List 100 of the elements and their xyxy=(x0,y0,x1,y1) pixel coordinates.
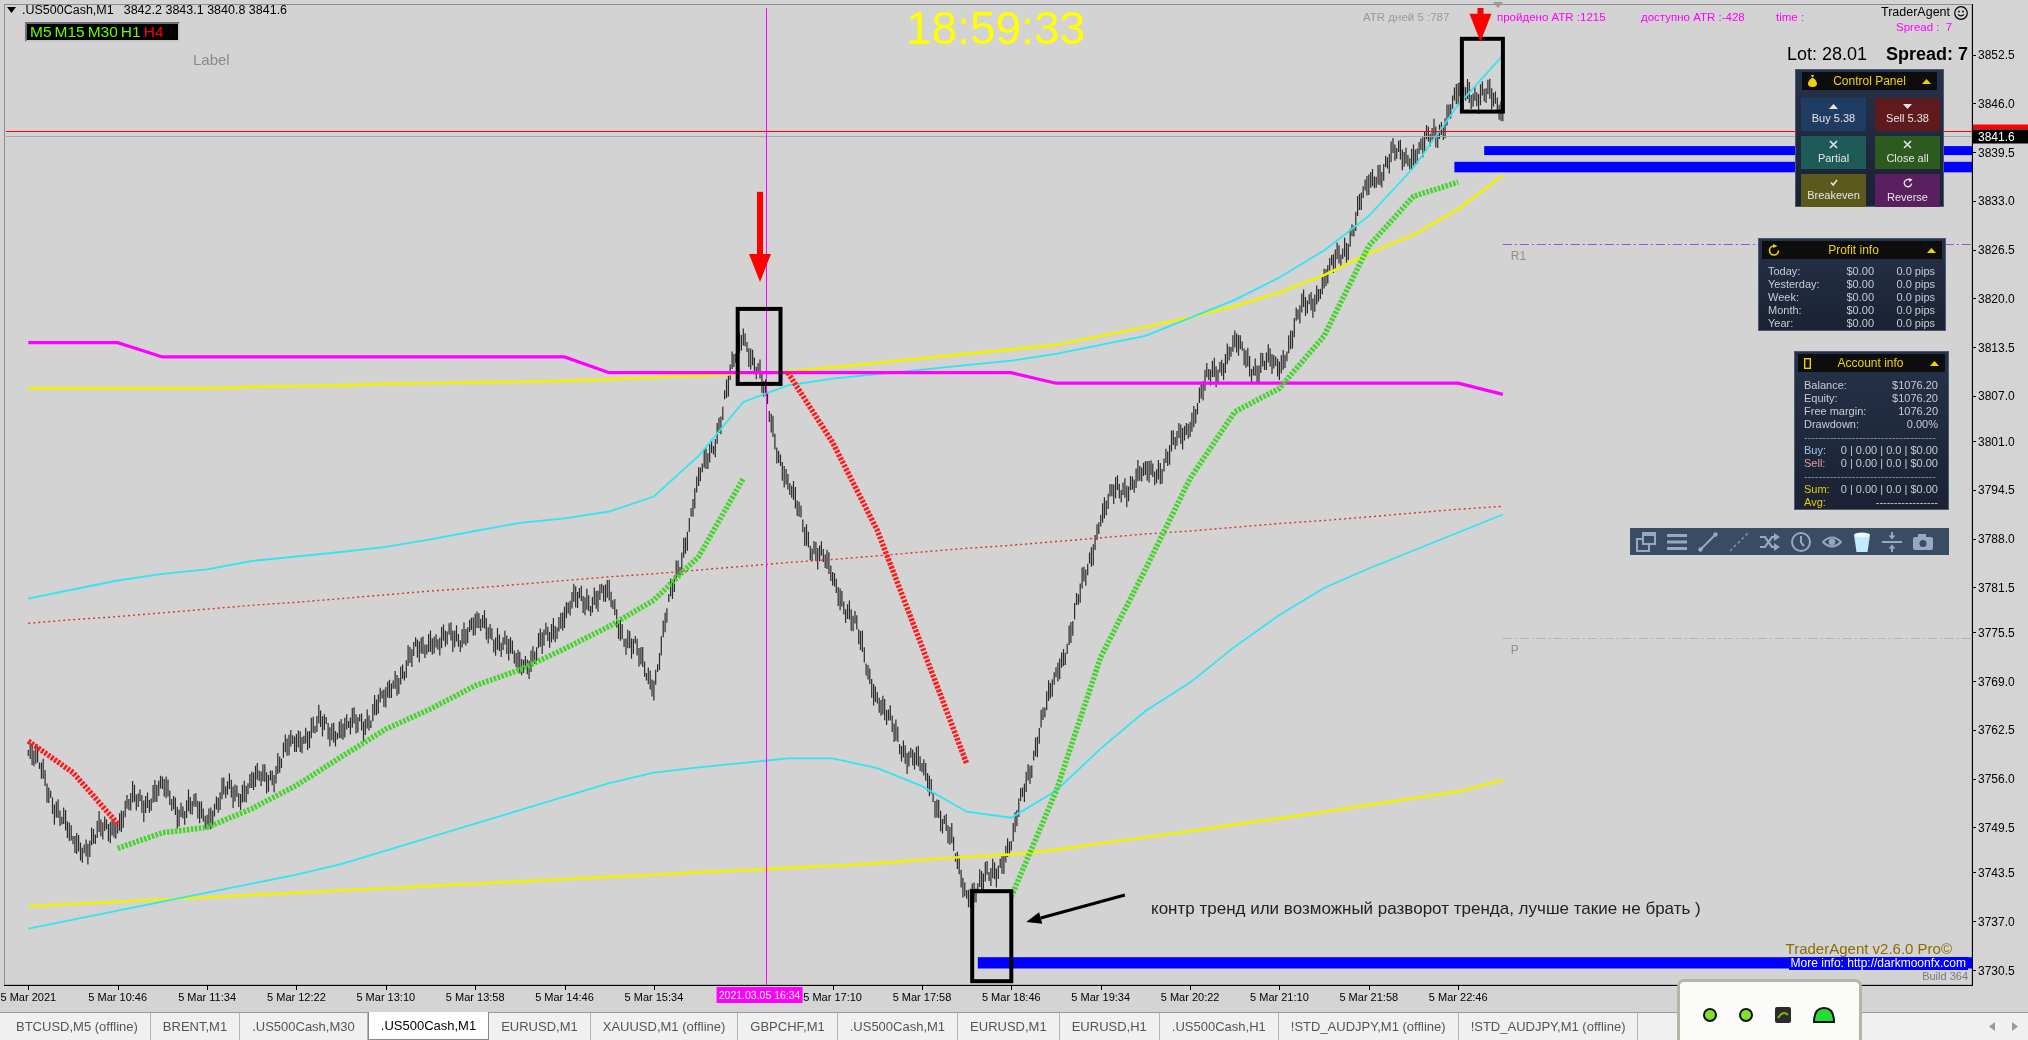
chart-tab[interactable]: BTCUSD,M5 (offline) xyxy=(4,1013,151,1040)
indicator-text: доступно ATR :-428 xyxy=(1641,11,1745,25)
pips-value: 0.0 pips xyxy=(1895,291,1935,304)
timeframe-label[interactable]: M5 xyxy=(30,24,52,40)
field-label: Free margin: xyxy=(1804,405,1867,418)
timeframe-label[interactable]: H1 xyxy=(120,24,141,40)
chip-icon xyxy=(1775,1007,1791,1023)
spread-text: Spread: 7 xyxy=(1885,44,1968,65)
chart-tab[interactable]: BRENT,M1 xyxy=(150,1013,241,1040)
period-label: Year: xyxy=(1768,317,1795,330)
price-axis-label: 3730.5 xyxy=(1978,963,2015,978)
dashed-line-icon[interactable] xyxy=(1729,531,1749,552)
scroll-right-icon[interactable] xyxy=(2012,1022,2018,1031)
triangle-down-icon[interactable] xyxy=(7,7,16,14)
timeframe-label[interactable]: M15 xyxy=(54,24,85,40)
level-label: R1 xyxy=(1510,248,1527,263)
time-axis-label: 5 Mar 13:58 xyxy=(445,991,505,1003)
clock-text: 18:59:33 xyxy=(906,5,1086,51)
pips-value: 0.0 pips xyxy=(1895,317,1935,330)
field-label: Sell: xyxy=(1804,457,1826,470)
caret-up-icon[interactable] xyxy=(1927,247,1936,253)
dashed-separator: ------------------------------------ xyxy=(1803,431,1937,444)
diagonal-line-icon[interactable] xyxy=(1698,531,1718,552)
field-value: 0 | 0.00 | 0.0 | $0.00 xyxy=(1840,444,1938,457)
chart-tab[interactable]: !STD_AUDJPY,M1 (offline) xyxy=(1278,1013,1459,1040)
panel-title: Control Panel xyxy=(1832,73,1907,90)
price-axis-label: 3852.5 xyxy=(1978,48,2015,62)
price-axis-label: 3788.0 xyxy=(1978,532,2015,546)
chart-tab[interactable]: .US500Cash,M1 xyxy=(367,1012,490,1040)
dashed-separator: ------------------------------------ xyxy=(1803,470,1937,483)
eye-icon[interactable] xyxy=(1822,534,1842,549)
price-axis-label: 3749.5 xyxy=(1978,820,2015,835)
reverse-button[interactable]: Reverse xyxy=(1875,174,1940,207)
brand-text: TraderAgent xyxy=(1881,5,1951,20)
price-axis-label: 3743.5 xyxy=(1978,865,2015,880)
breakeven-button[interactable]: Breakeven xyxy=(1801,174,1866,207)
price-axis-label: 3807.0 xyxy=(1978,389,2015,404)
caret-up-icon[interactable] xyxy=(1922,78,1931,84)
price-axis-label: 3756.0 xyxy=(1978,772,2015,787)
field-label: Buy: xyxy=(1804,444,1826,457)
time-axis-label: 5 Mar 10:46 xyxy=(88,991,148,1003)
partial-close-button[interactable]: Partial xyxy=(1801,136,1866,169)
time-axis-label: 5 Mar 14:46 xyxy=(535,991,594,1003)
camera-icon[interactable] xyxy=(1913,533,1933,550)
field-value: 0 | 0.00 | 0.0 | $0.00 xyxy=(1840,483,1938,496)
list-icon[interactable] xyxy=(1667,533,1687,550)
status-dot-icon xyxy=(1739,1008,1753,1022)
smiley-icon xyxy=(1954,6,1968,20)
field-label: Equity: xyxy=(1804,392,1838,405)
sell-button[interactable]: Sell 5.38 xyxy=(1875,98,1940,131)
chart-tab[interactable]: EURUSD,H1 xyxy=(1059,1013,1160,1040)
caret-up-icon[interactable] xyxy=(1930,360,1939,366)
period-label: Yesterday: xyxy=(1768,278,1821,291)
price-axis-label: 3801.0 xyxy=(1978,434,2015,449)
timeframe-label[interactable]: H4 xyxy=(143,24,164,40)
amount-value: $0.00 xyxy=(1845,278,1874,291)
cross-icon xyxy=(1829,140,1838,150)
close-all-button[interactable]: Close all xyxy=(1875,136,1940,169)
timeframe-label[interactable]: M30 xyxy=(87,24,118,40)
time-axis-label: 5 Mar 20:22 xyxy=(1160,991,1220,1003)
converging-arrows-icon[interactable] xyxy=(1882,531,1902,552)
scroll-left-icon[interactable] xyxy=(1989,1022,1995,1031)
dome-icon xyxy=(1813,1007,1835,1023)
chart-tab[interactable]: .US500Cash,M30 xyxy=(240,1013,368,1040)
chart-tab[interactable]: EURUSD,M1 xyxy=(958,1013,1060,1040)
clock-icon[interactable] xyxy=(1791,531,1811,552)
shuffle-icon[interactable] xyxy=(1760,531,1780,552)
chart-tab[interactable]: .US500Cash,M1 xyxy=(837,1013,959,1040)
field-value: $1076.20 xyxy=(1892,379,1938,392)
annotation-text: контр тренд или возможный разворот тренда, лучше такие не брать ) xyxy=(1151,898,1701,918)
overlapping-windows-icon[interactable] xyxy=(1636,531,1656,552)
time-axis-label: 5 Mar 21:10 xyxy=(1250,991,1309,1003)
chart-tab[interactable]: !STD_AUDJPY,M1 (offline) xyxy=(1458,1013,1639,1040)
chart-title: .US500Cash,M1 xyxy=(22,3,114,18)
indicator-text: time : xyxy=(1776,11,1805,25)
caret-down-icon xyxy=(1903,104,1912,110)
shift-marker-icon[interactable] xyxy=(1493,2,1503,8)
panel-title: Profit info xyxy=(1827,242,1880,259)
time-axis-label: 5 Mar 2021 xyxy=(0,991,57,1003)
pips-value: 0.0 pips xyxy=(1895,304,1935,317)
info-text: More info: http://darkmoonfx.com xyxy=(1788,957,1968,970)
chart-tab[interactable]: .US500Cash,H1 xyxy=(1159,1013,1279,1040)
crosshair-time-label: 2021.03.05 16:34 xyxy=(716,987,803,1003)
level-label: P xyxy=(1510,642,1519,657)
chart-tab[interactable]: XAUUSD,M1 (offline) xyxy=(590,1013,739,1040)
time-axis-label: 5 Mar 21:58 xyxy=(1339,991,1399,1003)
period-label: Month: xyxy=(1768,304,1803,317)
chart-tab[interactable]: EURUSD,M1 xyxy=(489,1013,591,1040)
price-axis-label: 3833.0 xyxy=(1978,194,2015,209)
status-dot-icon xyxy=(1703,1008,1717,1022)
rectangle-icon xyxy=(1804,357,1811,369)
price-axis-label: 3769.0 xyxy=(1978,674,2015,689)
cup-icon[interactable] xyxy=(1853,531,1871,552)
field-value: $1076.20 xyxy=(1892,392,1938,405)
field-label: Avg: xyxy=(1804,496,1826,509)
chart-tab[interactable]: GBPCHF,M1 xyxy=(738,1013,838,1040)
buy-button[interactable]: Buy 5.38 xyxy=(1801,98,1866,131)
price-axis-label: 3794.5 xyxy=(1978,483,2015,498)
price-axis-label: 3846.0 xyxy=(1978,96,2015,111)
price-axis-label: 3781.5 xyxy=(1978,580,2015,595)
